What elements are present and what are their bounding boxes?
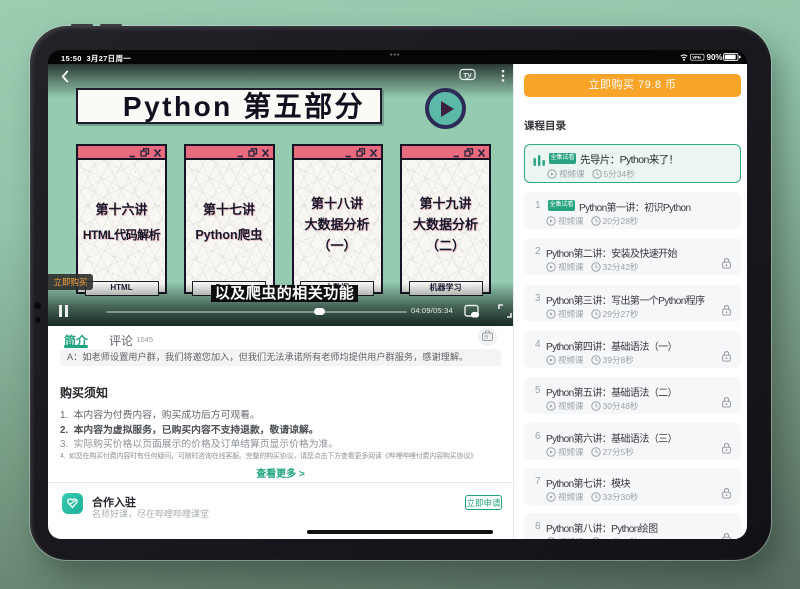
- svg-text:简: 简: [484, 334, 489, 341]
- svg-text:VPN: VPN: [692, 55, 701, 60]
- svg-text:TV: TV: [463, 73, 472, 80]
- svg-text:90%: 90%: [707, 53, 723, 62]
